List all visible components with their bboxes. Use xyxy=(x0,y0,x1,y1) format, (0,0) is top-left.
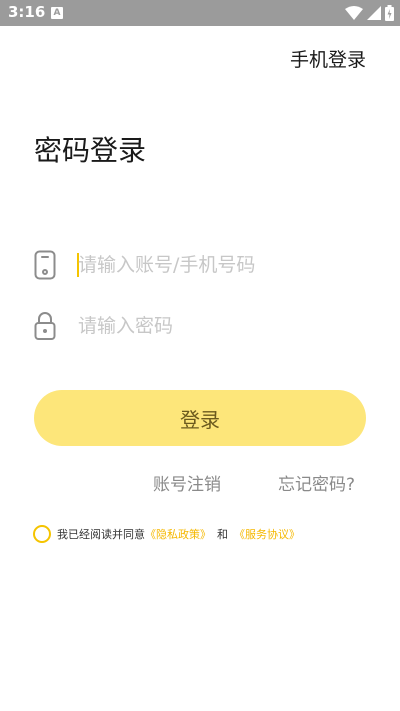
wifi-icon xyxy=(345,6,363,20)
battery-icon xyxy=(385,5,394,21)
agreement-prefix: 我已经阅读并同意 xyxy=(57,528,145,541)
signal-icon xyxy=(367,6,381,20)
account-field xyxy=(34,246,366,286)
notification-app-icon: A xyxy=(51,7,63,19)
password-field xyxy=(34,307,366,347)
lock-icon xyxy=(34,312,56,340)
status-time: 3:16 xyxy=(8,3,46,21)
account-input[interactable] xyxy=(78,248,358,282)
password-input[interactable] xyxy=(78,309,358,343)
status-bar: 3:16 A xyxy=(0,0,400,26)
login-button[interactable]: 登录 xyxy=(34,390,366,446)
agreement-row: 我已经阅读并同意 《隐私政策》 和 《服务协议》 xyxy=(33,525,300,543)
phone-login-link[interactable]: 手机登录 xyxy=(290,45,366,72)
agree-checkbox[interactable] xyxy=(33,525,51,543)
privacy-policy-link[interactable]: 《隐私政策》 xyxy=(145,526,211,542)
cancel-account-link[interactable]: 账号注销 xyxy=(153,470,221,495)
agreement-and: 和 xyxy=(217,528,228,541)
page-title: 密码登录 xyxy=(34,134,147,167)
service-agreement-link[interactable]: 《服务协议》 xyxy=(234,526,300,542)
status-icons xyxy=(345,5,394,21)
phone-icon xyxy=(34,250,56,280)
forgot-password-link[interactable]: 忘记密码? xyxy=(278,470,355,495)
